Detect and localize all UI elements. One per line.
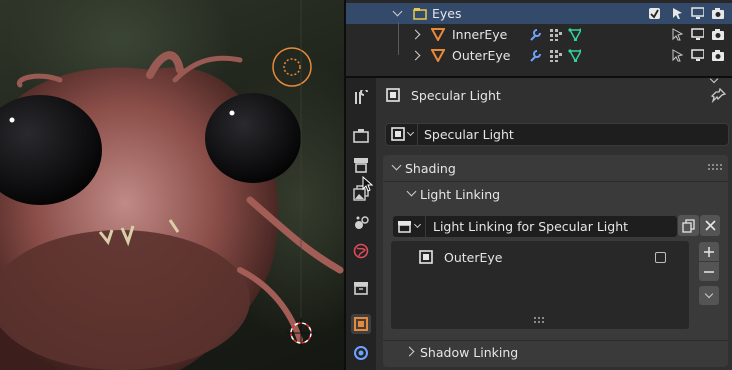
panel-divider [383, 340, 728, 341]
chevron-down-icon [704, 289, 714, 298]
remove-item-button[interactable] [699, 262, 719, 281]
viewport-monitor-icon[interactable] [691, 49, 704, 62]
pin-icon[interactable] [711, 88, 726, 103]
collection-box-icon [398, 221, 411, 233]
datablock-name-field[interactable]: Specular Light [424, 127, 514, 142]
render-camera-icon[interactable] [711, 49, 724, 62]
subpanel-title-shadow-linking[interactable]: Shadow Linking [420, 345, 518, 360]
outliner-row-innereye[interactable]: InnerEye [346, 22, 732, 45]
tool-icon [355, 90, 368, 104]
duplicate-collection-button[interactable] [678, 215, 699, 236]
tab-output[interactable] [351, 155, 371, 175]
viewport-monitor-icon[interactable] [691, 28, 704, 41]
drag-handle-icon[interactable] [708, 163, 722, 171]
tab-tool[interactable] [351, 88, 371, 108]
object-square-icon [419, 250, 433, 264]
modifier-wrench-icon[interactable] [528, 49, 541, 62]
expand-chevron-icon[interactable] [410, 50, 421, 61]
link-state-checkbox[interactable] [655, 252, 666, 263]
modifier-wrench-icon[interactable] [528, 28, 541, 41]
scene-icon [355, 216, 369, 229]
field-separator [425, 216, 426, 237]
expand-chevron-icon[interactable] [392, 6, 403, 17]
list-resize-grip-icon[interactable] [534, 317, 546, 323]
select-arrow-icon[interactable] [671, 28, 684, 41]
tab-object-data[interactable] [351, 343, 371, 363]
object-name-label: Specular Light [411, 88, 501, 103]
unlink-collection-button[interactable] [700, 215, 720, 236]
tab-world[interactable] [351, 241, 371, 261]
tab-collection[interactable] [351, 278, 371, 298]
tab-object[interactable] [351, 314, 371, 334]
field-separator [417, 124, 418, 145]
datablock-selector[interactable]: Specular Light [385, 123, 729, 146]
select-arrow-icon[interactable] [671, 7, 684, 20]
world-globe-icon [353, 243, 369, 259]
list-item-label: OuterEye [444, 250, 503, 265]
mesh-data-icon[interactable] [568, 49, 581, 62]
tab-render[interactable] [351, 126, 371, 146]
object-mesh-icon [431, 49, 445, 62]
select-arrow-icon[interactable] [671, 49, 684, 62]
plus-icon [704, 246, 714, 257]
object-square-icon [386, 88, 400, 102]
tab-scene[interactable] [351, 213, 371, 233]
viewport-monitor-icon[interactable] [691, 7, 704, 20]
light-linking-collection-name[interactable]: Light Linking for Specular Light [433, 219, 628, 234]
exclude-checkbox[interactable] [649, 8, 660, 19]
list-item[interactable]: OuterEye [392, 246, 688, 268]
mouse-cursor-icon [362, 176, 374, 192]
object-square-icon [391, 127, 405, 141]
panel-title-shading[interactable]: Shading [405, 161, 456, 176]
properties-tab-bar [346, 78, 376, 370]
mesh-data-icon[interactable] [568, 28, 581, 41]
tree-line [398, 22, 399, 45]
add-item-button[interactable] [699, 242, 719, 261]
light-linking-collection-selector[interactable]: Light Linking for Specular Light [392, 215, 678, 238]
outliner-row-outereye[interactable]: OuterEye [346, 43, 732, 66]
duplicate-icon [682, 218, 695, 233]
dropdown-chevron-icon [406, 128, 415, 137]
3d-viewport[interactable] [0, 0, 344, 370]
collection-box-icon [354, 282, 368, 295]
outliner-item-label: OuterEye [452, 48, 511, 63]
render-icon [353, 129, 369, 143]
list-specials-menu-button[interactable] [699, 286, 719, 305]
object-mesh-icon [431, 28, 445, 41]
subpanel-title-light-linking[interactable]: Light Linking [420, 187, 500, 202]
viewport-creature-render [0, 0, 344, 370]
checkmark-icon [650, 9, 659, 19]
vertex-group-icon[interactable] [549, 49, 562, 62]
outliner-panel: Eyes InnerEye OuterEye [346, 0, 732, 76]
render-camera-icon[interactable] [711, 7, 724, 20]
dropdown-chevron-icon [413, 220, 422, 229]
expand-chevron-icon[interactable] [410, 29, 421, 40]
panel-divider [383, 181, 728, 182]
collection-icon [413, 8, 427, 20]
light-data-icon [354, 346, 368, 360]
tree-line [398, 43, 399, 55]
output-printer-icon [354, 158, 368, 173]
minus-icon [704, 270, 714, 273]
outliner-row-eyes-collection[interactable]: Eyes [346, 3, 732, 24]
outliner-item-label: InnerEye [452, 27, 508, 42]
close-x-icon [704, 220, 716, 231]
collection-label: Eyes [432, 6, 462, 21]
object-square-icon [354, 317, 368, 331]
vertex-group-icon[interactable] [549, 28, 562, 41]
render-camera-icon[interactable] [711, 28, 724, 41]
